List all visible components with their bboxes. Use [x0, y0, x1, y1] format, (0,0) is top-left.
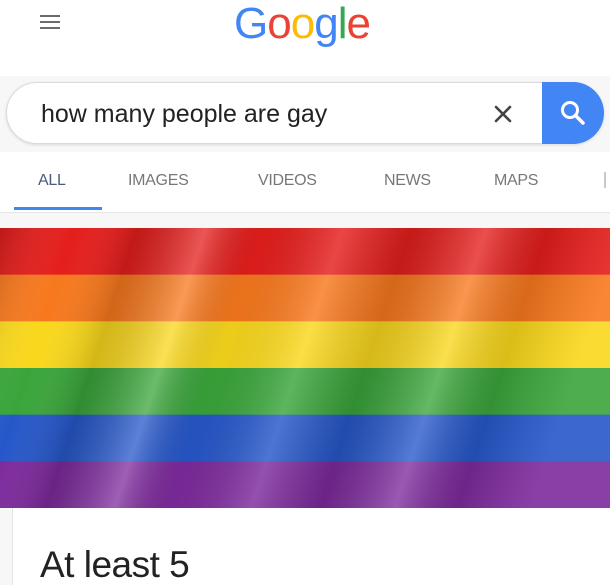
google-search-page: Google ALL IMAGES VIDEOS NEWS MAPS [0, 0, 610, 585]
search-input[interactable] [41, 99, 441, 129]
tab-videos[interactable]: VIDEOS [258, 172, 317, 190]
rainbow-flag-graphic [0, 228, 610, 508]
tab-maps[interactable]: MAPS [494, 172, 538, 190]
google-logo[interactable]: Google [234, 0, 371, 48]
close-icon[interactable] [489, 100, 517, 128]
search-icon [561, 101, 585, 125]
hamburger-menu-icon[interactable] [38, 10, 62, 34]
search-bar [6, 82, 604, 144]
logo-letter: o [267, 0, 292, 48]
tab-more-indicator [604, 172, 606, 188]
logo-letter: e [346, 0, 371, 48]
logo-letter: g [314, 0, 339, 48]
answer-text: At least 5 [40, 544, 190, 585]
tab-news[interactable]: NEWS [384, 172, 431, 190]
logo-letter: o [290, 0, 316, 48]
logo-letter: G [234, 0, 268, 48]
rainbow-flag-image[interactable] [0, 228, 610, 508]
search-tabs: ALL IMAGES VIDEOS NEWS MAPS [0, 152, 610, 213]
tab-all[interactable]: ALL [38, 172, 66, 190]
answer-card: At least 5 [12, 508, 610, 585]
search-button[interactable] [542, 82, 604, 144]
header: Google [0, 0, 610, 76]
tab-images[interactable]: IMAGES [128, 172, 189, 190]
active-tab-indicator [14, 207, 102, 210]
